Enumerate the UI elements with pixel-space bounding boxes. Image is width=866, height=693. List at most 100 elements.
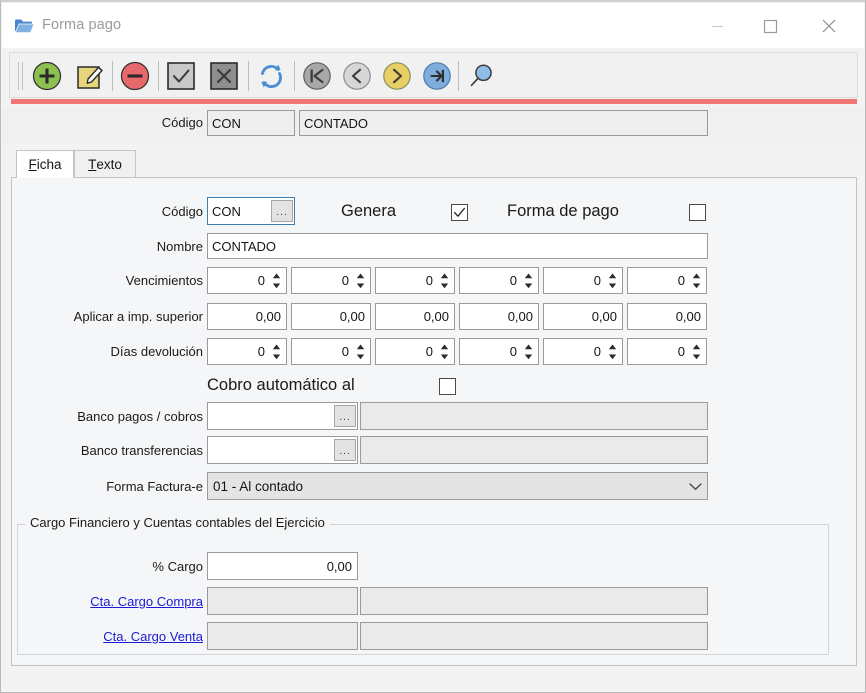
form-codigo-label: Código [161, 204, 203, 219]
vencimientos-value: 0 [341, 273, 349, 288]
nombre-label: Nombre [156, 239, 203, 254]
dias-devolucion-value: 0 [593, 344, 601, 359]
genera-label: Genera [341, 202, 397, 220]
cta-cargo-venta-description [360, 622, 708, 650]
dias-devolucion-value: 0 [341, 344, 349, 359]
aplicar-imp-superior-label: Aplicar a imp. superior [73, 309, 203, 324]
dias-devolucion-spinner[interactable]: 0 [627, 338, 707, 365]
refresh-button[interactable] [252, 57, 290, 95]
refresh-arrows-icon [261, 64, 282, 89]
dias-devolucion-spinner[interactable]: 0 [291, 338, 371, 365]
last-record-button[interactable] [418, 57, 456, 95]
dias-devolucion-value: 0 [257, 344, 265, 359]
spinner-arrows-icon[interactable] [690, 268, 706, 293]
delete-record-button[interactable] [116, 57, 154, 95]
edit-record-button[interactable] [70, 57, 108, 95]
aplicar-input[interactable]: 0,00 [543, 303, 623, 330]
header-codigo-label: Código [161, 115, 203, 130]
plus-circle-icon [32, 61, 62, 91]
vencimientos-value: 0 [509, 273, 517, 288]
forma-de-pago-checkbox[interactable] [689, 204, 706, 221]
spinner-arrows-icon[interactable] [354, 339, 370, 364]
toolbar-separator [294, 61, 295, 91]
spinner-arrows-icon[interactable] [354, 268, 370, 293]
toolbar-separator [458, 61, 459, 91]
spinner-arrows-icon[interactable] [270, 339, 286, 364]
forma-de-pago-label: Forma de pago [507, 202, 619, 220]
cobro-automatico-checkbox[interactable] [439, 378, 456, 395]
tab-texto[interactable]: Texto [74, 150, 136, 178]
header-codigo-value: CON [207, 110, 295, 136]
vencimientos-spinner[interactable]: 0 [375, 267, 455, 294]
maximize-button[interactable] [746, 4, 794, 48]
first-record-button[interactable] [298, 57, 336, 95]
next-record-button[interactable] [378, 57, 416, 95]
window-title: Forma pago [42, 17, 122, 33]
toolbar-grip [22, 62, 23, 90]
forma-factura-e-value: 01 - Al contado [213, 478, 304, 494]
vencimientos-spinner[interactable]: 0 [291, 267, 371, 294]
cta-cargo-compra-description [360, 587, 708, 615]
maximize-icon [763, 19, 777, 33]
aplicar-input[interactable]: 0,00 [207, 303, 287, 330]
pct-cargo-input[interactable]: 0,00 [207, 552, 358, 580]
vencimientos-spinner[interactable]: 0 [459, 267, 539, 294]
spinner-arrows-icon[interactable] [606, 268, 622, 293]
new-record-button[interactable] [28, 57, 66, 95]
banco-pagos-browse-button[interactable]: ... [334, 405, 356, 427]
dias-devolucion-spinner[interactable]: 0 [207, 338, 287, 365]
spinner-arrows-icon[interactable] [522, 339, 538, 364]
spinner-arrows-icon[interactable] [438, 339, 454, 364]
vencimientos-spinner[interactable]: 0 [627, 267, 707, 294]
tab-strip: Ficha Texto [11, 150, 857, 178]
spinner-arrows-icon[interactable] [270, 268, 286, 293]
check-icon [453, 207, 466, 217]
banco-pagos-label: Banco pagos / cobros [77, 409, 203, 424]
codigo-browse-button[interactable]: ... [271, 200, 293, 222]
previous-record-button[interactable] [338, 57, 376, 95]
title-bar: Forma pago [2, 3, 864, 48]
dias-devolucion-spinner[interactable]: 0 [459, 338, 539, 365]
dias-devolucion-spinner[interactable]: 0 [543, 338, 623, 365]
aplicar-input[interactable]: 0,00 [291, 303, 371, 330]
banco-pagos-description [360, 402, 708, 430]
forma-factura-e-select[interactable]: 01 - Al contado [207, 472, 708, 500]
edit-note-pencil-icon [77, 66, 103, 89]
accept-button[interactable] [162, 57, 200, 95]
vencimientos-label: Vencimientos [125, 273, 203, 288]
x-square-icon [210, 62, 238, 90]
spinner-arrows-icon[interactable] [522, 268, 538, 293]
go-previous-icon [343, 62, 371, 90]
tab-ficha-label: icha [36, 157, 62, 172]
cta-cargo-venta-link[interactable]: Cta. Cargo Venta [47, 629, 203, 644]
cta-cargo-venta-input[interactable] [207, 622, 358, 650]
search-button[interactable] [462, 57, 500, 95]
tab-ficha[interactable]: Ficha [16, 150, 74, 178]
spinner-arrows-icon[interactable] [606, 339, 622, 364]
cta-cargo-compra-input[interactable] [207, 587, 358, 615]
aplicar-input[interactable]: 0,00 [459, 303, 539, 330]
dias-devolucion-value: 0 [677, 344, 685, 359]
close-button[interactable] [805, 4, 853, 48]
aplicar-input[interactable]: 0,00 [627, 303, 707, 330]
dias-devolucion-spinner[interactable]: 0 [375, 338, 455, 365]
genera-checkbox[interactable] [451, 204, 468, 221]
forma-pago-window: Forma pago Código CON CONTADO F icha T e… [0, 0, 866, 693]
cancel-button[interactable] [205, 57, 243, 95]
spinner-arrows-icon[interactable] [438, 268, 454, 293]
vencimientos-spinner[interactable]: 0 [543, 267, 623, 294]
header-nombre-value: CONTADO [299, 110, 708, 136]
magnifier-icon [470, 64, 492, 87]
cobro-automatico-label: Cobro automático al [207, 376, 355, 394]
toolbar-separator [248, 61, 249, 91]
aplicar-input[interactable]: 0,00 [375, 303, 455, 330]
vencimientos-spinner[interactable]: 0 [207, 267, 287, 294]
spinner-arrows-icon[interactable] [690, 339, 706, 364]
minimize-button[interactable] [693, 4, 741, 48]
accent-divider [11, 99, 857, 104]
banco-transferencias-browse-button[interactable]: ... [334, 439, 356, 461]
tab-ficha-accel: F [28, 157, 37, 172]
go-last-icon [423, 62, 451, 90]
cta-cargo-compra-link[interactable]: Cta. Cargo Compra [47, 594, 203, 609]
nombre-input[interactable]: CONTADO [207, 233, 708, 259]
